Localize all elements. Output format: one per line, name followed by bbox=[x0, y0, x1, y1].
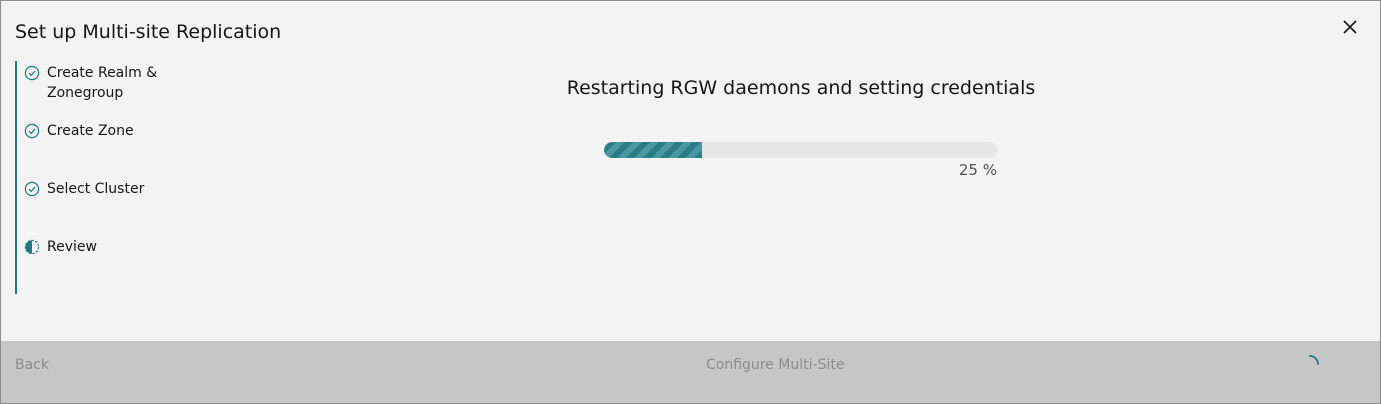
progress-bar bbox=[604, 142, 997, 158]
close-icon bbox=[1343, 20, 1357, 34]
checkmark-outline-icon bbox=[24, 181, 40, 197]
step-review[interactable]: Review bbox=[17, 237, 177, 257]
step-select-cluster[interactable]: Select Cluster bbox=[17, 179, 177, 199]
progress-bar-fill bbox=[604, 142, 703, 158]
step-label: Select Cluster bbox=[47, 181, 145, 197]
modal-title: Set up Multi-site Replication bbox=[15, 21, 282, 43]
modal-footer: Back Configure Multi-Site bbox=[1, 341, 1380, 403]
step-label: Create Realm & Zonegroup bbox=[47, 65, 158, 101]
step-create-zone[interactable]: Create Zone bbox=[17, 121, 177, 141]
multisite-replication-modal: Set up Multi-site Replication Create Rea… bbox=[0, 0, 1381, 404]
back-button[interactable]: Back bbox=[15, 357, 49, 373]
progress-section: Restarting RGW daemons and setting crede… bbox=[561, 77, 1041, 179]
progress-percent: 25 % bbox=[958, 161, 997, 179]
step-label: Review bbox=[47, 239, 97, 255]
step-label: Create Zone bbox=[47, 123, 134, 139]
checkmark-outline-icon bbox=[24, 65, 40, 81]
step-create-realm[interactable]: Create Realm & Zonegroup bbox=[17, 63, 177, 103]
progress-steps: Create Realm & Zonegroup Create Zone Sel… bbox=[15, 61, 217, 294]
loading-spinner-icon bbox=[1309, 355, 1319, 365]
incomplete-half-icon bbox=[24, 239, 40, 255]
configure-multisite-button[interactable]: Configure Multi-Site bbox=[706, 357, 844, 373]
checkmark-outline-icon bbox=[24, 123, 40, 139]
close-button[interactable] bbox=[1338, 15, 1362, 39]
progress-title: Restarting RGW daemons and setting crede… bbox=[566, 77, 1036, 99]
